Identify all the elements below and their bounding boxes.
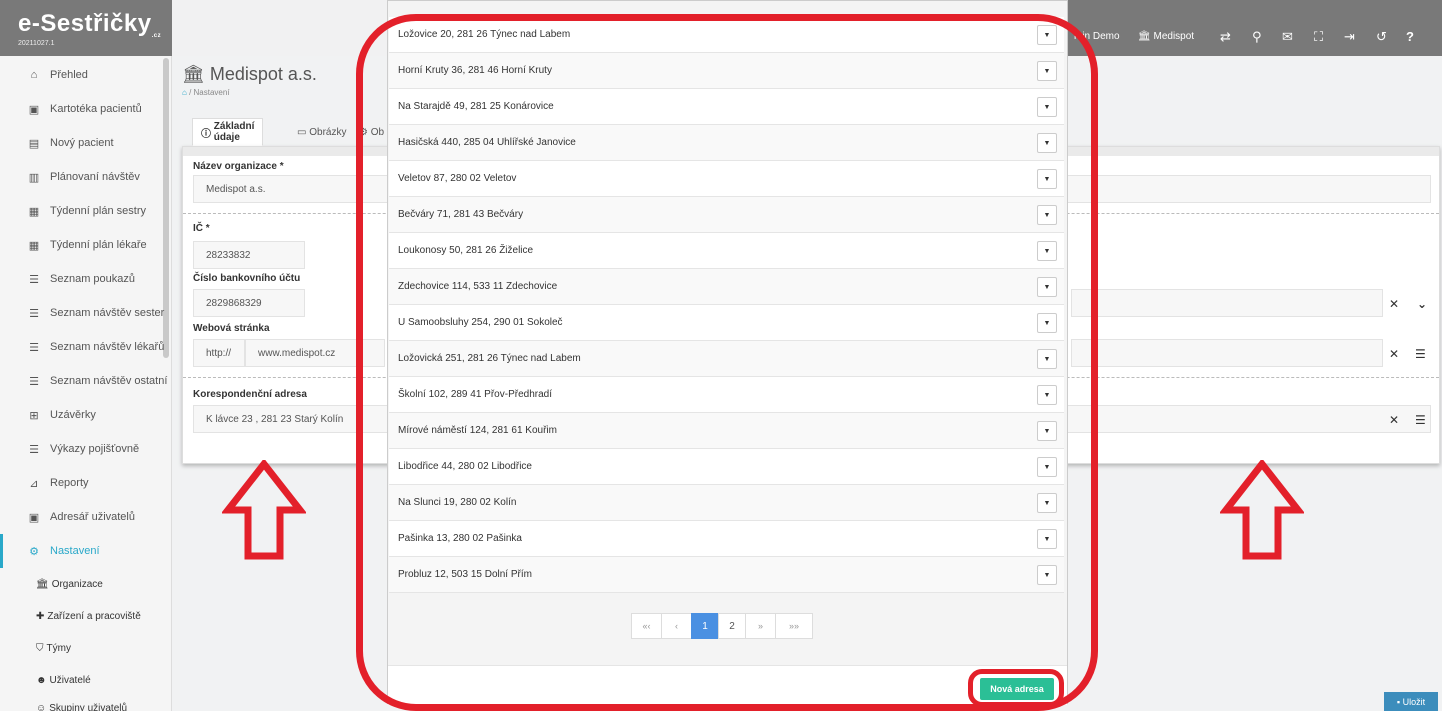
- clear-icon[interactable]: ✕: [1389, 413, 1399, 427]
- sidebar-item-novy-pacient[interactable]: ▤ Nový pacient: [0, 126, 168, 160]
- logout-icon[interactable]: ⇥: [1344, 29, 1355, 45]
- sidebar-item-plan-sestry[interactable]: ▦ Týdenní plán sestry: [0, 194, 168, 228]
- top-right-toolbar: min Demo 🏛 Medispot ⇄ ⚲ ✉ ⛶ ⇥ ↺ ?: [1068, 0, 1442, 56]
- web-prefix: http://: [193, 339, 245, 367]
- list-icon[interactable]: ☰: [1415, 413, 1426, 427]
- info-icon: ⓘ: [201, 128, 214, 140]
- home-icon: ⌂: [30, 69, 38, 81]
- sidebar-item-poukazy[interactable]: ☰ Seznam poukazů: [0, 262, 168, 296]
- table-icon: ⊞: [29, 409, 39, 422]
- home-icon[interactable]: ⌂: [182, 88, 187, 97]
- bank-icon: 🏛: [182, 64, 205, 84]
- users-icon: ☺: [36, 702, 47, 711]
- sidebar-item-planovani[interactable]: ▥ Plánovaní návštěv: [0, 160, 168, 194]
- sidebar-item-plan-lekare[interactable]: ▦ Týdenní plán lékaře: [0, 228, 168, 262]
- up-arrow-left: [222, 460, 306, 560]
- web-label: Webová stránka: [193, 323, 270, 334]
- tab-zakladni-udaje[interactable]: ⓘ Základní údaje: [192, 118, 264, 146]
- clear-icon[interactable]: ✕: [1389, 297, 1399, 311]
- addr-label: Korespondenční adresa: [193, 389, 307, 400]
- sidebar-item-nastaveni[interactable]: ⚙ Nastavení: [0, 534, 168, 568]
- sidebar-sub-organizace[interactable]: 🏛 Organizace: [36, 568, 103, 600]
- web-extra-input[interactable]: [1071, 339, 1383, 367]
- list-icon: ☰: [29, 341, 39, 354]
- list-icon: ☰: [29, 375, 39, 388]
- card-icon: ▣: [28, 103, 40, 116]
- list-icon[interactable]: ☰: [1415, 347, 1426, 361]
- sidebar-item-navstevy-ostatni[interactable]: ☰ Seznam návštěv ostatní: [0, 364, 168, 398]
- sidebar-item-kartoteka[interactable]: ▣ Kartotéka pacientů: [0, 92, 168, 126]
- sidebar-item-reporty[interactable]: ⊿ Reporty: [0, 466, 168, 500]
- history-icon[interactable]: ↺: [1376, 29, 1387, 45]
- shield-icon: ⛉: [36, 642, 44, 654]
- report-icon: ⊿: [29, 477, 39, 490]
- sidebar: ⌂ Přehled ▣ Kartotéka pacientů ▤ Nový pacie…: [0, 56, 172, 711]
- select-input[interactable]: [1071, 289, 1383, 317]
- sidebar-item-uzaverky[interactable]: ⊞ Uzávěrky: [0, 398, 168, 432]
- sidebar-sub-zarizeni[interactable]: ✚ Zařízení a pracoviště: [36, 600, 141, 632]
- app-logo: e-Sestřičky.cz: [18, 10, 162, 39]
- calendar-icon: ▦: [28, 205, 40, 218]
- page-title: 🏛 Medispot a.s.: [182, 64, 317, 84]
- list-icon: ☰: [29, 307, 39, 320]
- ic-label: IČ *: [193, 223, 210, 234]
- swap-icon[interactable]: ⇄: [1220, 29, 1231, 45]
- bank-input[interactable]: 2829868329: [193, 289, 305, 317]
- calendar-icon: ▦: [28, 239, 40, 252]
- breadcrumb: ⌂ / Nastavení: [182, 88, 230, 97]
- logo-area[interactable]: e-Sestřičky.cz 20211027.1: [0, 0, 172, 56]
- hospital-icon: ✚: [36, 610, 45, 622]
- chevron-down-icon[interactable]: ⌄: [1417, 297, 1427, 311]
- sidebar-item-adresar[interactable]: ▣ Adresář uživatelů: [0, 500, 168, 534]
- sidebar-item-prehled[interactable]: ⌂ Přehled: [0, 58, 168, 92]
- sidebar-item-vykazy[interactable]: ☰ Výkazy pojišťovně: [0, 432, 168, 466]
- bank-label: Číslo bankovního účtu: [193, 273, 301, 284]
- sidebar-sub-tymy[interactable]: ⛉ Týmy: [36, 632, 71, 664]
- image-icon: ▭: [297, 126, 310, 138]
- id-card-icon: ▤: [28, 137, 40, 150]
- address-book-icon: ▣: [28, 511, 40, 524]
- clear-icon[interactable]: ✕: [1389, 347, 1399, 361]
- org-switch[interactable]: 🏛 Medispot: [1138, 31, 1194, 42]
- up-arrow-right: [1220, 460, 1304, 560]
- save-button[interactable]: ▪ Uložit: [1384, 692, 1438, 711]
- sidebar-item-navstevy-sester[interactable]: ☰ Seznam návštěv sester: [0, 296, 168, 330]
- tab-obrazky[interactable]: ▭ Obrázky: [288, 118, 355, 146]
- highlight-modal-outline: [356, 14, 1098, 711]
- user-icon: ☻: [36, 674, 47, 686]
- sidebar-item-navstevy-lekaru[interactable]: ☰ Seznam návštěv lékařů: [0, 330, 168, 364]
- sidebar-sub-skupiny[interactable]: ☺ Skupiny uživatelů: [36, 692, 127, 711]
- bank-icon: 🏛: [36, 578, 49, 590]
- gears-icon: ⚙: [29, 545, 39, 558]
- list-icon: ☰: [29, 443, 39, 456]
- bank-icon: 🏛: [1138, 31, 1151, 42]
- list-icon: ☰: [29, 273, 39, 286]
- help-icon[interactable]: ?: [1406, 29, 1414, 44]
- mail-icon[interactable]: ✉: [1282, 29, 1293, 45]
- ic-input[interactable]: 28233832: [193, 241, 305, 269]
- fullscreen-icon[interactable]: ⛶: [1314, 29, 1323, 45]
- app-version: 20211027.1: [18, 40, 55, 47]
- highlight-button-outline: [968, 669, 1064, 707]
- map-icon: ▥: [28, 171, 40, 184]
- org-name-label: Název organizace *: [193, 161, 284, 172]
- search-icon[interactable]: ⚲: [1252, 29, 1262, 45]
